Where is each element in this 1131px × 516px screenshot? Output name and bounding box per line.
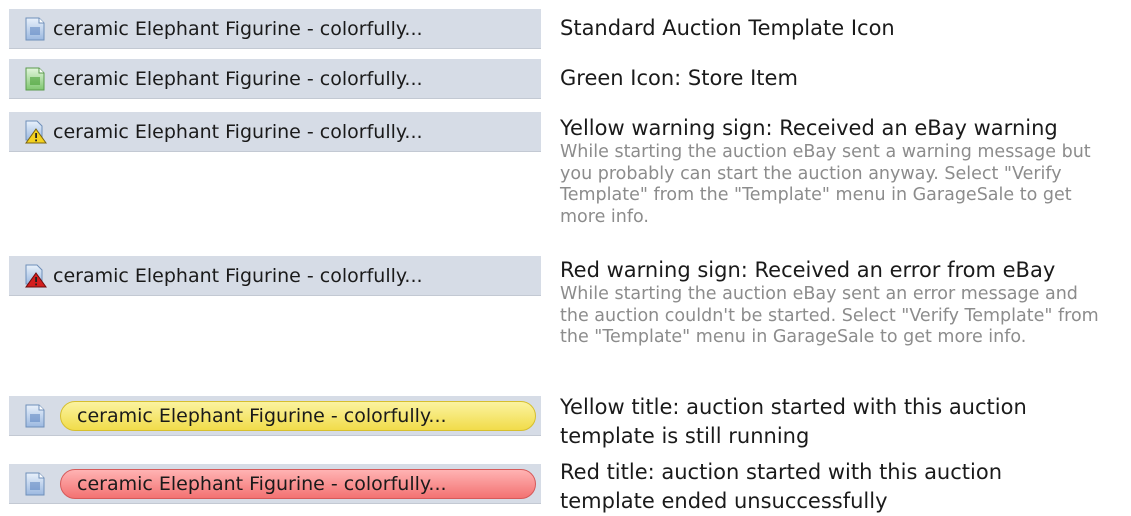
template-doc-blue-icon [25, 17, 45, 41]
template-doc-blue-icon [25, 404, 45, 428]
legend-description: Yellow warning sign: Received an eBay wa… [560, 115, 1120, 228]
auction-list-item[interactable]: ceramic Elephant Figurine - colorfully..… [9, 9, 541, 49]
template-doc-blue-icon [25, 472, 45, 496]
red-title-highlight: ceramic Elephant Figurine - colorfully..… [60, 469, 536, 499]
yellow-title-highlight: ceramic Elephant Figurine - colorfully..… [60, 401, 536, 431]
legend-detail: While starting the auction eBay sent an … [560, 284, 1099, 347]
legend-heading: Yellow title: auction started with this … [560, 395, 1027, 448]
item-title: ceramic Elephant Figurine - colorfully..… [77, 405, 447, 427]
item-title: ceramic Elephant Figurine - colorfully..… [53, 18, 423, 40]
legend-description: Red warning sign: Received an error from… [560, 257, 1120, 349]
template-doc-green-icon [25, 67, 45, 91]
legend-detail: While starting the auction eBay sent a w… [560, 142, 1091, 227]
legend-description: Standard Auction Template Icon [560, 15, 1120, 41]
legend-heading: Red title: auction started with this auc… [560, 460, 1003, 513]
auction-list-item[interactable]: ceramic Elephant Figurine - colorfully..… [9, 112, 541, 152]
item-title: ceramic Elephant Figurine - colorfully..… [53, 121, 423, 143]
red-error-icon [25, 264, 47, 288]
auction-list-item[interactable]: ceramic Elephant Figurine - colorfully..… [9, 396, 541, 436]
legend-heading: Standard Auction Template Icon [560, 16, 895, 40]
legend-description: Green Icon: Store Item [560, 65, 1120, 91]
legend-description: Yellow title: auction started with this … [560, 393, 1120, 451]
yellow-warning-icon [25, 120, 47, 144]
legend-heading: Red warning sign: Received an error from… [560, 258, 1056, 282]
auction-list-item[interactable]: ceramic Elephant Figurine - colorfully..… [9, 256, 541, 296]
item-title: ceramic Elephant Figurine - colorfully..… [53, 265, 423, 287]
item-title: ceramic Elephant Figurine - colorfully..… [53, 68, 423, 90]
auction-list-item[interactable]: ceramic Elephant Figurine - colorfully..… [9, 464, 541, 504]
auction-list-item[interactable]: ceramic Elephant Figurine - colorfully..… [9, 59, 541, 99]
item-title: ceramic Elephant Figurine - colorfully..… [77, 473, 447, 495]
legend-heading: Green Icon: Store Item [560, 66, 798, 90]
legend-description: Red title: auction started with this auc… [560, 458, 1120, 516]
legend-heading: Yellow warning sign: Received an eBay wa… [560, 116, 1058, 140]
